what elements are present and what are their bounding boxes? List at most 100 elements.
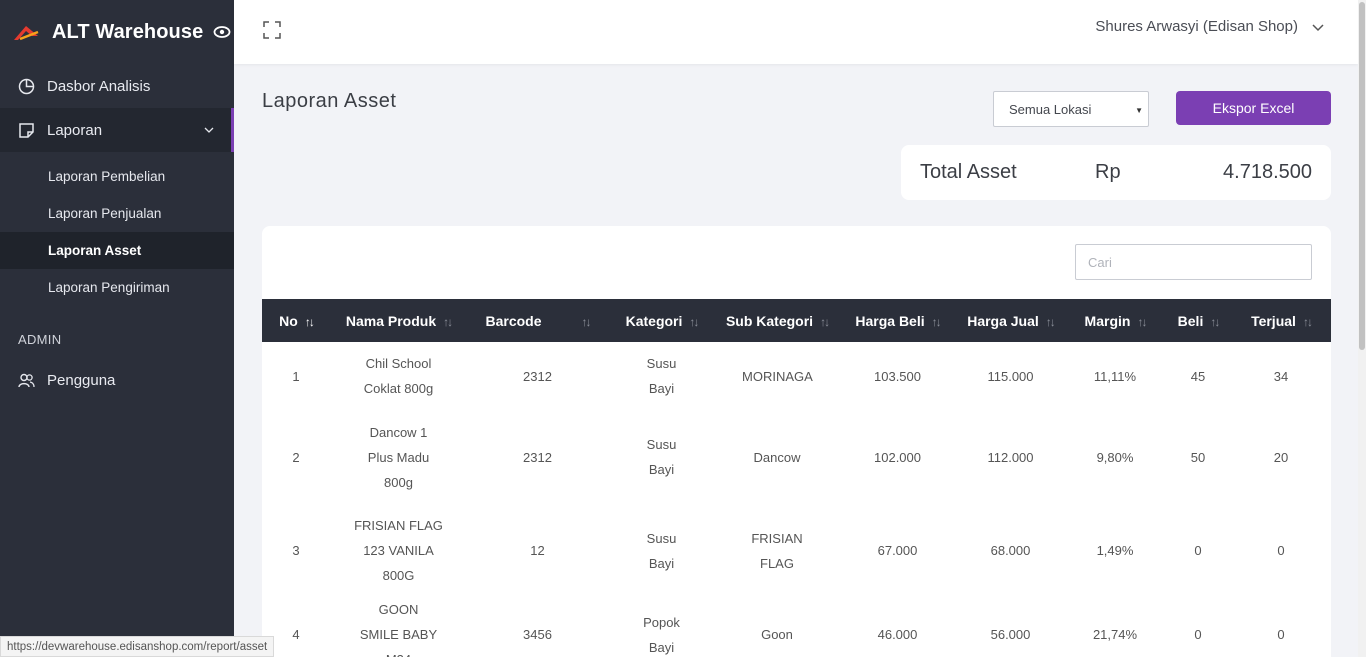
cell-nama-produk: Chil School Coklat 800g [363,356,434,396]
sidebar-item-laporan[interactable]: Laporan [0,108,234,152]
sort-icon: ↑↓ [304,314,315,329]
total-asset-card: Total Asset Rp 4.718.500 [901,145,1331,200]
report-icon [19,122,34,138]
sidebar-subitem-laporan-asset[interactable]: Laporan Asset [0,232,234,269]
cell-beli: 50 [1190,449,1206,465]
caret-down-icon: ▼ [1135,106,1143,115]
cell-barcode: 3456 [523,627,552,642]
sidebar-subitem-laporan-penjualan[interactable]: Laporan Penjualan [0,195,234,232]
column-header-no[interactable]: No ↑↓ [262,299,330,342]
section-label-admin: ADMIN [18,332,62,347]
sidebar-item-pengguna[interactable]: Pengguna [0,358,234,402]
column-header-nama-produk[interactable]: Nama Produk ↑↓ [330,299,467,342]
cell-kategori: Susu Bayi [646,437,677,477]
asset-table: No ↑↓ Nama Produk ↑↓ Barcode ↑↓ Kategori ↑↓ … [262,299,1331,657]
sidebar-subitem-laporan-pengiriman[interactable]: Laporan Pengiriman [0,269,234,306]
cell-no: 1 [292,368,300,384]
cell-sub-kategori: MORINAGA [742,368,813,384]
sidebar-item-label: Dasbor Analisis [47,77,151,95]
cell-harga-jual: 56.000 [990,627,1031,642]
user-menu[interactable]: Shures Arwasyi (Edisan Shop) [1095,18,1324,35]
total-asset-label: Total Asset [920,161,1017,183]
column-header-terjual[interactable]: Terjual ↑↓ [1231,299,1331,342]
sort-icon: ↑↓ [1210,314,1220,329]
fullscreen-icon[interactable] [263,21,281,39]
logo-icon [14,26,39,41]
app-title: ALT Warehouse [52,20,204,43]
cell-sub-kategori: FRISIAN FLAG [751,530,803,571]
table-row: 1 Chil School Coklat 800g 2312 Susu Bayi… [262,342,1331,410]
sort-icon: ↑↓ [443,314,453,329]
sidebar-item-label: Laporan [47,121,103,139]
cell-sub-kategori: Goon [761,627,793,642]
table-header-row: No ↑↓ Nama Produk ↑↓ Barcode ↑↓ Kategori ↑↓ … [262,299,1331,342]
column-header-margin[interactable]: Margin ↑↓ [1065,299,1165,342]
cell-beli: 0 [1194,627,1202,642]
location-select-value: Semua Lokasi [1009,101,1092,117]
cell-margin: 21,74% [1092,627,1138,642]
cell-nama-produk: GOON SMILE BABY M34 [359,602,438,657]
cell-terjual: 34 [1273,368,1289,384]
cell-margin: 1,49% [1096,543,1134,558]
chevron-down-icon [1312,23,1324,31]
chevron-down-icon [204,127,214,133]
table-row: 2 Dancow 1 Plus Madu 800g 2312 Susu Bayi… [262,410,1331,504]
sidebar: ALT Warehouse Dasbor Analisis Laporan La… [0,0,234,657]
search-input[interactable] [1075,244,1312,280]
status-bar-url: https://devwarehouse.edisanshop.com/repo… [0,636,275,657]
cell-margin: 9,80% [1096,449,1134,465]
cell-barcode: 2312 [523,368,552,384]
export-excel-button[interactable]: Ekspor Excel [1176,91,1331,125]
cell-beli: 45 [1190,368,1206,384]
user-name: Shures Arwasyi (Edisan Shop) [1095,18,1298,35]
cell-terjual: 20 [1273,449,1289,465]
column-header-harga-jual[interactable]: Harga Jual ↑↓ [956,299,1065,342]
sort-icon: ↑↓ [1137,314,1147,329]
column-header-sub-kategori[interactable]: Sub Kategori ↑↓ [715,299,839,342]
sort-icon: ↑↓ [931,314,942,329]
cell-harga-jual: 112.000 [987,449,1034,465]
cell-harga-beli: 103.500 [874,368,921,384]
pie-chart-icon [18,78,35,94]
cell-sub-kategori: Dancow [753,449,801,465]
cell-harga-jual: 115.000 [987,368,1034,384]
laporan-submenu: Laporan Pembelian Laporan Penjualan Lapo… [0,152,234,306]
brand[interactable]: ALT Warehouse [0,0,234,64]
table-row: 4 GOON SMILE BABY M34 3456 Popok Bayi Go… [262,597,1331,657]
users-icon [18,373,35,387]
column-header-harga-beli[interactable]: Harga Beli ↑↓ [839,299,956,342]
cell-beli: 0 [1194,543,1202,558]
sidebar-item-dasbor-analisis[interactable]: Dasbor Analisis [0,64,234,108]
sort-icon: ↑↓ [820,314,830,329]
page-title: Laporan Asset [262,90,397,112]
column-header-kategori[interactable]: Kategori ↑↓ [608,299,715,342]
total-asset-value: 4.718.500 [1223,161,1312,183]
sidebar-subitem-laporan-pembelian[interactable]: Laporan Pembelian [0,158,234,195]
cell-nama-produk: Dancow 1 Plus Madu 800g [367,424,430,490]
cell-no: 2 [292,449,300,465]
sort-icon: ↑↓ [1045,314,1056,329]
eye-icon[interactable] [213,23,231,41]
cell-nama-produk: FRISIAN FLAG 123 VANILA 800G [354,518,443,583]
cell-barcode: 12 [530,543,545,558]
table-row: 3 FRISIAN FLAG 123 VANILA 800G 12 Susu B… [262,504,1331,597]
sort-icon: ↑↓ [689,314,699,329]
page-scrollbar[interactable] [1358,0,1366,657]
cell-kategori: Susu Bayi [646,530,677,571]
location-select[interactable]: Semua Lokasi ▼ [993,91,1149,127]
cell-terjual: 0 [1277,627,1285,642]
cell-harga-beli: 102.000 [874,449,921,465]
asset-table-card: No↑↓ Nama Produk↑↓ Barcode↑↓ Kategori↑↓ … [262,226,1331,657]
cell-barcode: 2312 [523,449,552,465]
cell-terjual: 0 [1277,543,1285,558]
column-header-beli[interactable]: Beli ↑↓ [1165,299,1231,342]
cell-harga-jual: 68.000 [990,543,1031,558]
total-asset-currency: Rp [1095,161,1121,183]
sort-icon: ↑↓ [581,314,592,329]
column-header-barcode[interactable]: Barcode ↑↓ [467,299,608,342]
cell-harga-beli: 46.000 [877,627,918,642]
cell-kategori: Susu Bayi [646,356,677,396]
cell-kategori: Popok Bayi [643,614,680,655]
scrollbar-thumb[interactable] [1359,2,1365,350]
sort-icon: ↑↓ [1302,314,1313,329]
